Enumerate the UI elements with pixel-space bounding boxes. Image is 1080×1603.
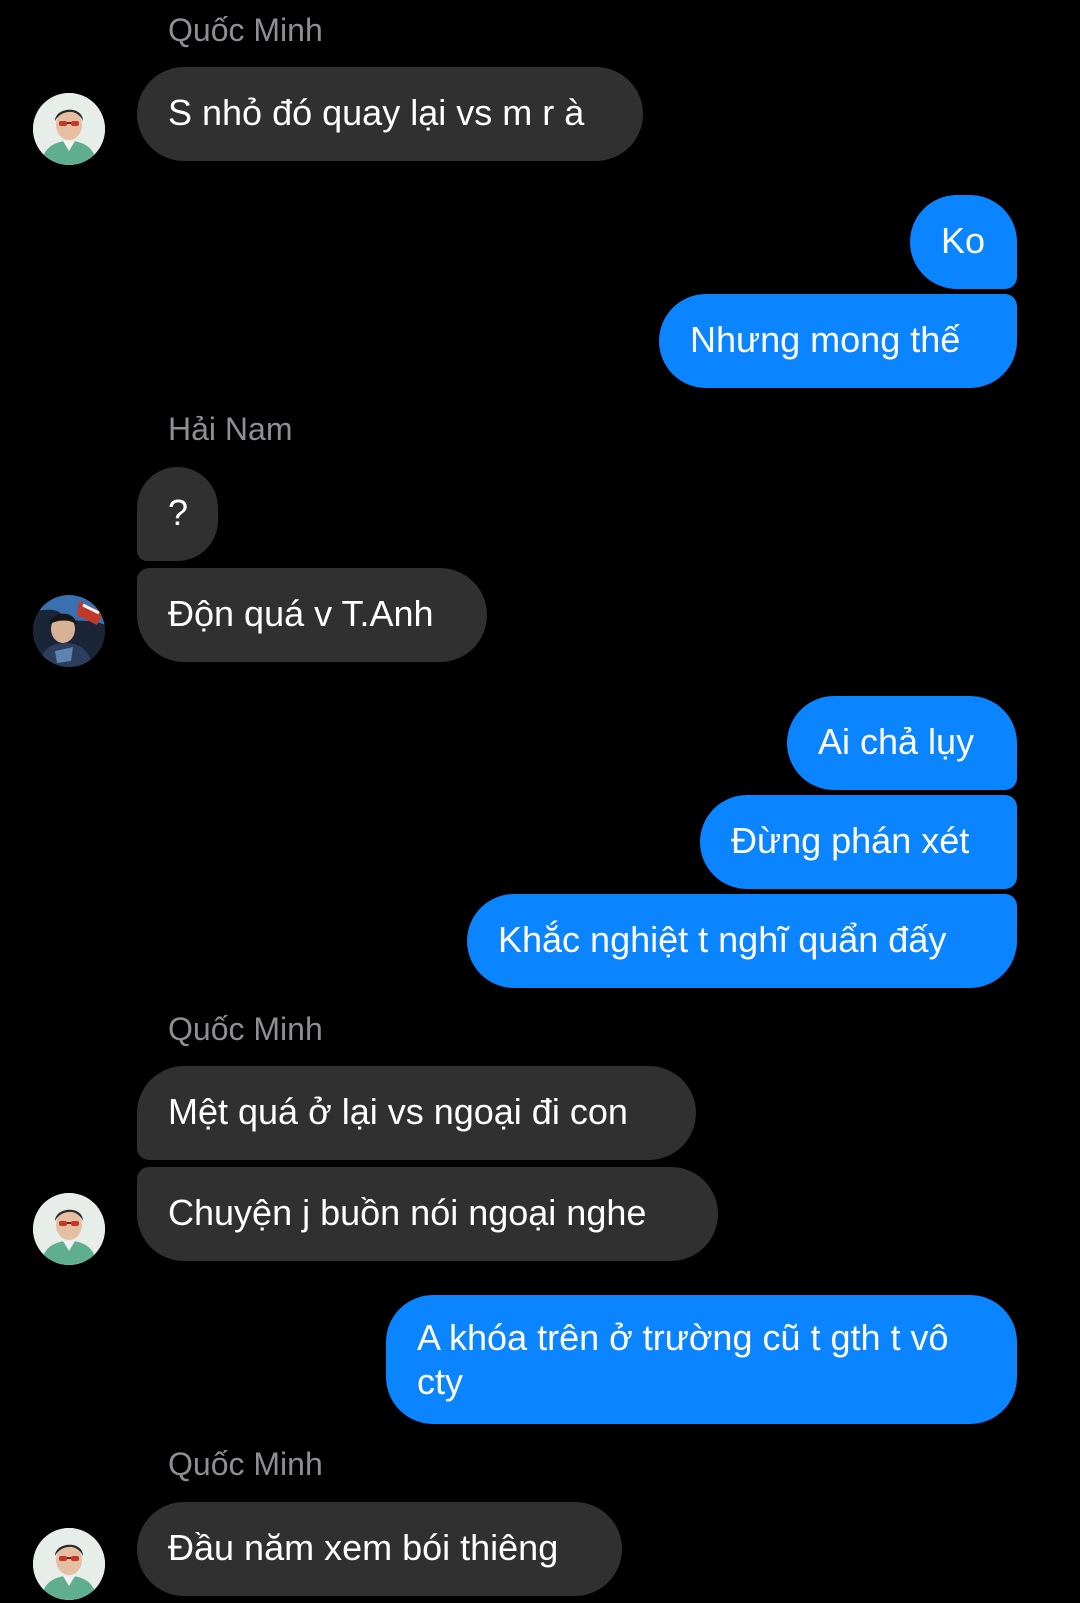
- message-bubble-outgoing[interactable]: Ko: [910, 195, 1017, 289]
- message-bubble-incoming[interactable]: ?: [137, 467, 218, 561]
- avatar-photo-icon: [33, 1193, 105, 1265]
- avatar-quoc-minh[interactable]: [33, 1528, 105, 1600]
- message-bubble-outgoing[interactable]: Đừng phán xét: [700, 795, 1017, 889]
- avatar-photo-icon: [33, 1528, 105, 1600]
- message-bubble-incoming[interactable]: S nhỏ đó quay lại vs m r à: [137, 67, 643, 161]
- sender-name: Quốc Minh: [168, 12, 323, 48]
- avatar-quoc-minh[interactable]: [33, 1193, 105, 1265]
- avatar-quoc-minh[interactable]: [33, 93, 105, 165]
- message-bubble-incoming[interactable]: Chuyện j buồn nói ngoại nghe: [137, 1167, 718, 1261]
- sender-name: Hải Nam: [168, 411, 293, 447]
- avatar-photo-icon: [33, 595, 105, 667]
- message-bubble-incoming[interactable]: Độn quá v T.Anh: [137, 568, 487, 662]
- sender-name: Quốc Minh: [168, 1011, 323, 1047]
- message-bubble-outgoing[interactable]: Nhưng mong thế: [659, 294, 1017, 388]
- avatar-hai-nam[interactable]: [33, 595, 105, 667]
- message-bubble-outgoing[interactable]: Ai chả lụy: [787, 696, 1017, 790]
- message-bubble-incoming[interactable]: Đầu năm xem bói thiêng: [137, 1502, 622, 1596]
- sender-name: Quốc Minh: [168, 1446, 323, 1482]
- message-bubble-incoming[interactable]: Mệt quá ở lại vs ngoại đi con: [137, 1066, 696, 1160]
- message-bubble-outgoing[interactable]: A khóa trên ở trường cũ t gth t vô cty: [386, 1295, 1017, 1424]
- message-bubble-outgoing[interactable]: Khắc nghiệt t nghĩ quẩn đấy: [467, 894, 1017, 988]
- avatar-photo-icon: [33, 93, 105, 165]
